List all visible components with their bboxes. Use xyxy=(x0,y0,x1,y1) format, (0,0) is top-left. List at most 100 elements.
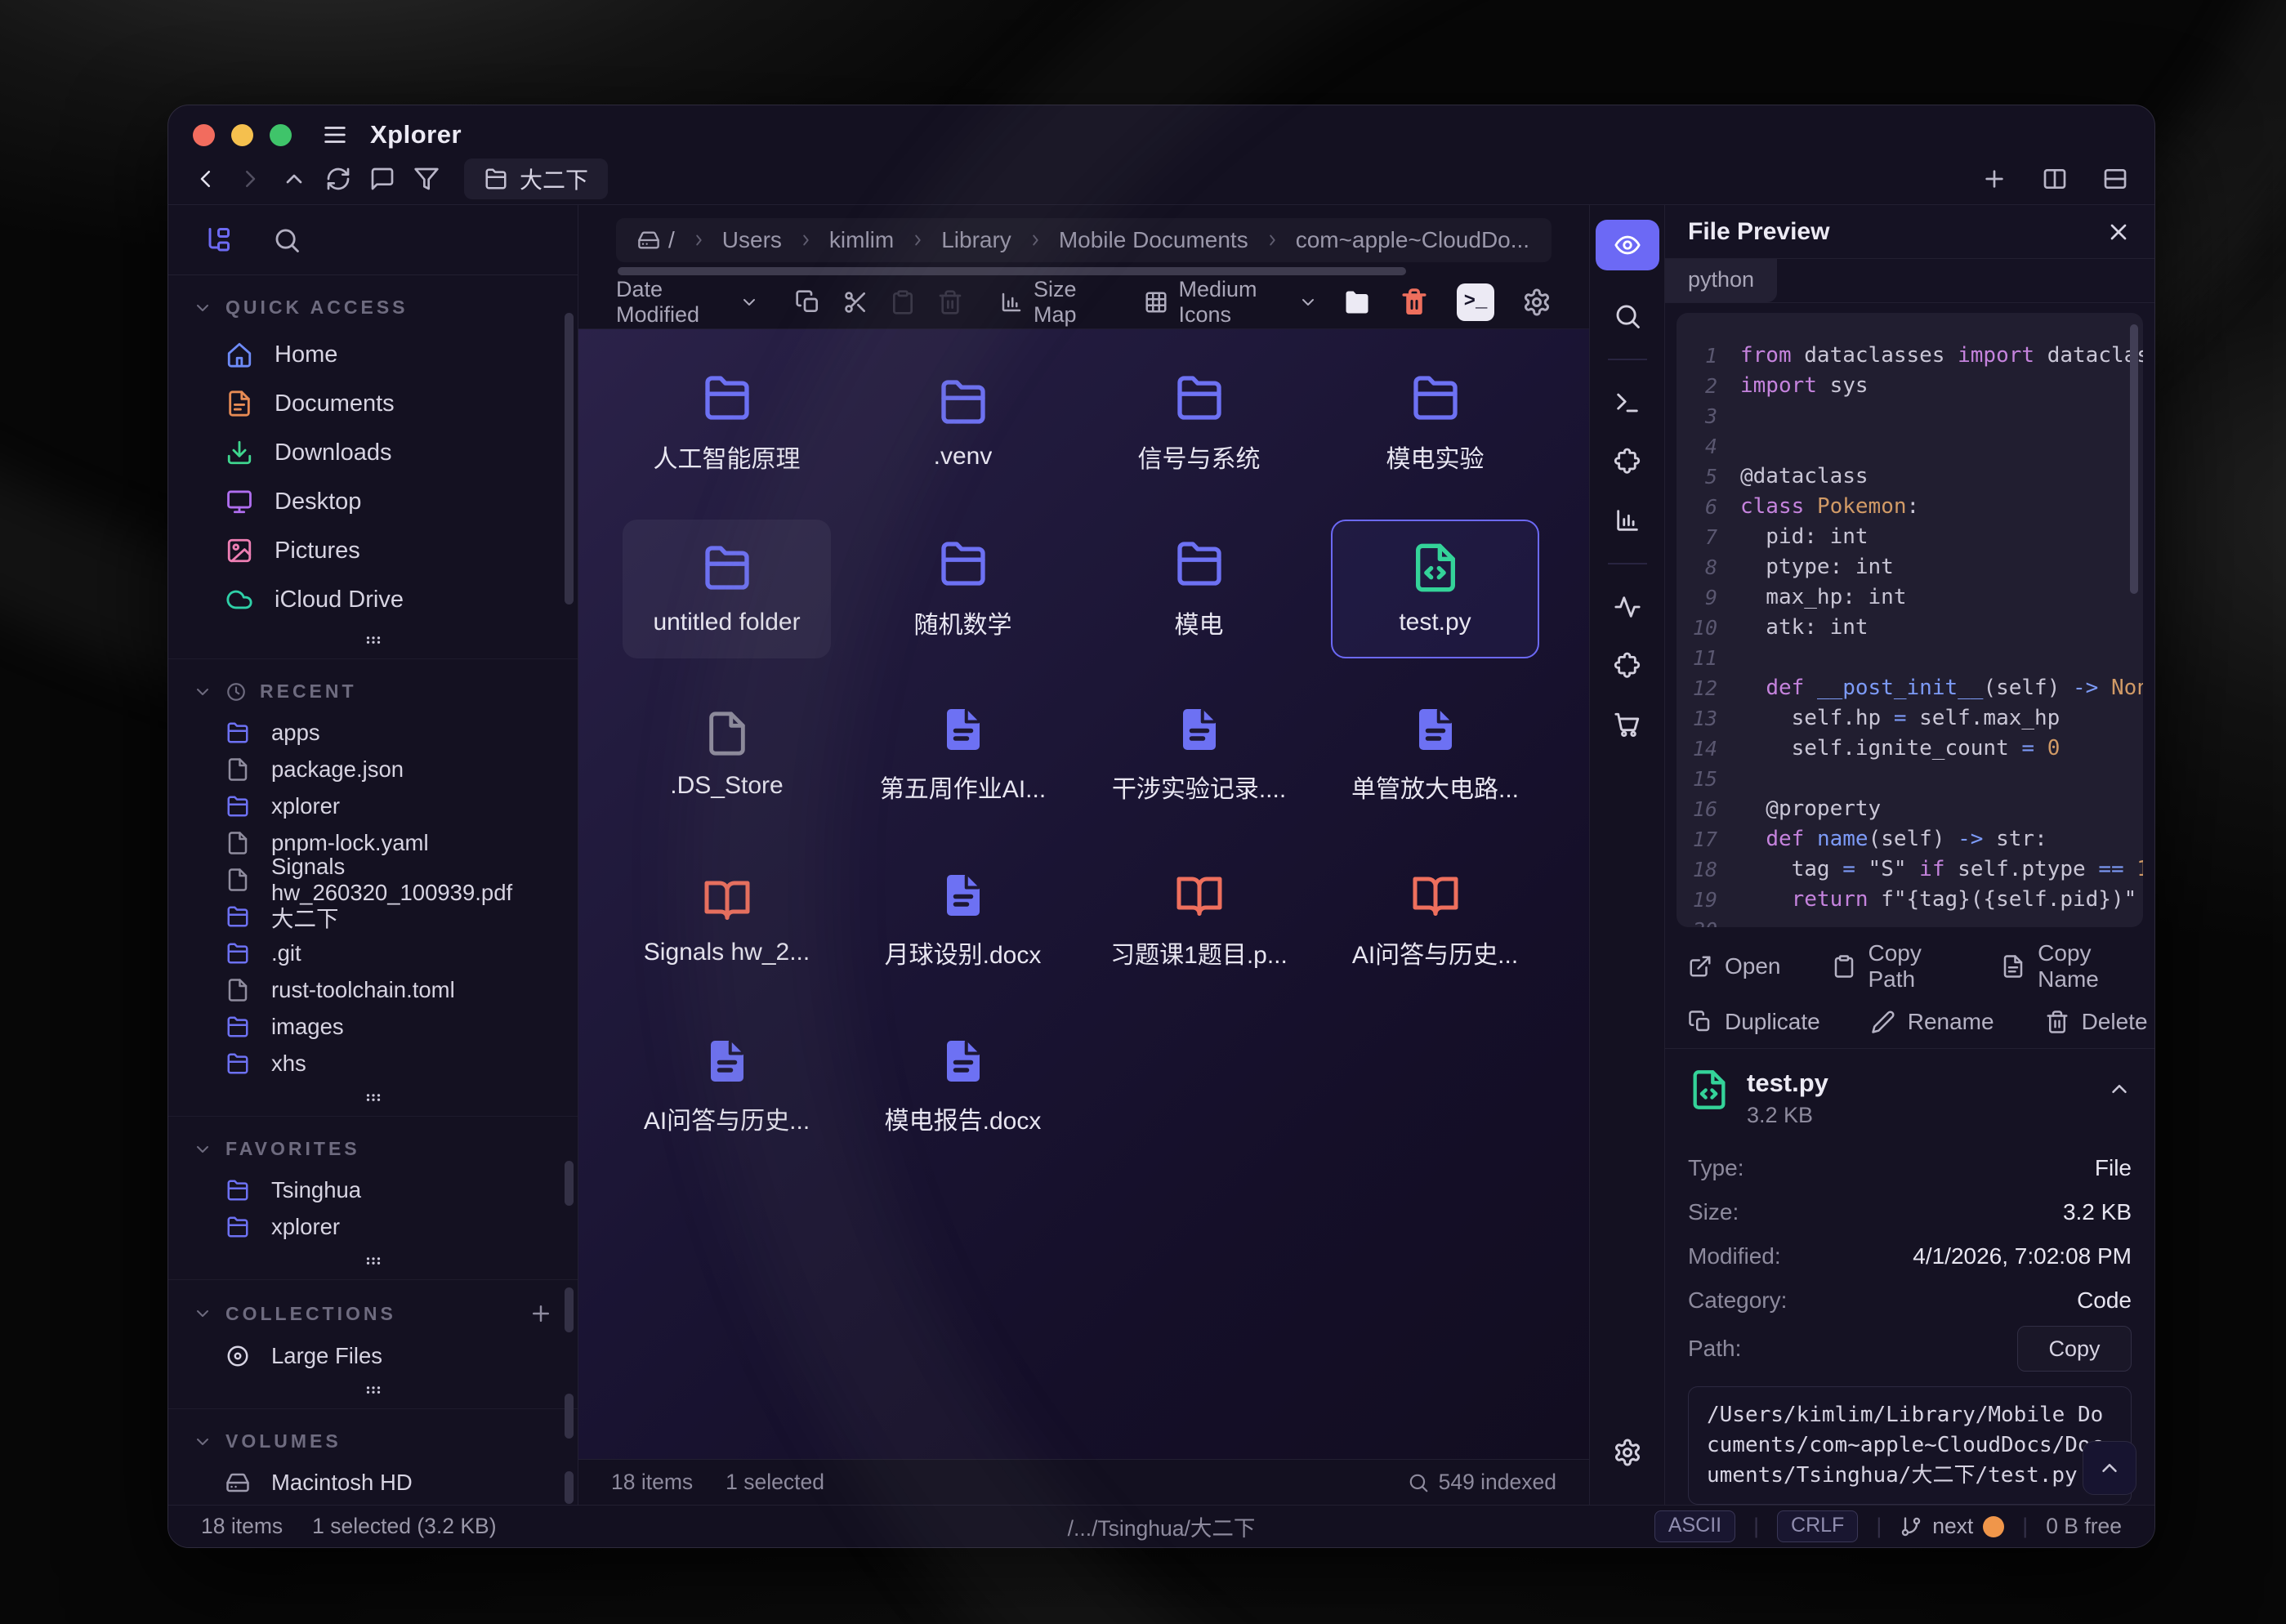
trash-button[interactable] xyxy=(1400,288,1429,317)
file-tile[interactable]: untitled folder xyxy=(623,520,831,658)
sidebar-search-icon[interactable] xyxy=(273,226,301,254)
eol-badge[interactable]: CRLF xyxy=(1777,1510,1858,1542)
file-tile[interactable]: 模电 xyxy=(1095,520,1303,658)
file-tile[interactable]: 模电实验 xyxy=(1331,354,1539,493)
sidebar-scrollbar[interactable] xyxy=(565,1161,574,1206)
rail-puzzle-icon[interactable] xyxy=(1603,432,1652,491)
file-tile[interactable]: 随机数学 xyxy=(859,520,1067,658)
delete-button[interactable]: Delete xyxy=(2045,1009,2148,1035)
sidebar-item-xplorer[interactable]: xplorer xyxy=(168,787,578,824)
rail-cart-icon[interactable] xyxy=(1603,695,1652,754)
file-path[interactable]: /Users/kimlim/Library/Mobile Documents/c… xyxy=(1688,1386,2132,1505)
rail-eye-icon[interactable] xyxy=(1596,220,1659,270)
sidebar-item-home[interactable]: Home xyxy=(168,330,578,379)
section-header-favorites[interactable]: FAVORITES xyxy=(168,1122,578,1171)
forward-button[interactable] xyxy=(232,161,268,197)
sidebar-item-images[interactable]: images xyxy=(168,1008,578,1045)
filter-button[interactable] xyxy=(409,161,444,197)
split-horizontal-icon[interactable] xyxy=(2097,161,2133,197)
section-header-volumes[interactable]: VOLUMES xyxy=(168,1414,578,1464)
code-scrollbar[interactable] xyxy=(2130,324,2138,594)
cut-icon[interactable] xyxy=(842,289,868,315)
file-tile[interactable]: 信号与系统 xyxy=(1095,354,1303,493)
split-vertical-icon[interactable] xyxy=(2037,161,2073,197)
menu-icon[interactable] xyxy=(321,121,349,149)
back-button[interactable] xyxy=(188,161,224,197)
breadcrumb-scrollbar[interactable] xyxy=(618,267,1406,275)
breadcrumb-item[interactable]: Library xyxy=(941,227,1011,253)
sidebar-item-large-files[interactable]: Large Files xyxy=(168,1337,578,1374)
section-header-quick-access[interactable]: QUICK ACCESS xyxy=(168,280,578,330)
view-mode-dropdown[interactable]: Medium Icons xyxy=(1144,277,1318,328)
up-button[interactable] xyxy=(276,161,312,197)
zoom-traffic-light[interactable] xyxy=(270,124,292,146)
section-resize-handle[interactable] xyxy=(168,1245,578,1278)
duplicate-button[interactable]: Duplicate xyxy=(1688,1009,1820,1035)
rail-gear-icon[interactable] xyxy=(1603,1423,1652,1482)
code-preview[interactable]: 1from dataclasses import dataclass2impor… xyxy=(1677,313,2143,927)
sidebar-item-icloud-drive[interactable]: iCloud Drive xyxy=(168,575,578,624)
sidebar-item-documents[interactable]: Documents xyxy=(168,379,578,428)
sidebar-item-downloads[interactable]: Downloads xyxy=(168,428,578,477)
file-tree-toggle-icon[interactable] xyxy=(203,225,232,255)
rail-search-icon[interactable] xyxy=(1603,287,1652,346)
sort-dropdown[interactable]: Date Modified xyxy=(616,277,759,328)
refresh-button[interactable] xyxy=(320,161,356,197)
copy-path-button[interactable]: Copy Path xyxy=(1832,940,1951,993)
sidebar-item-tsinghua[interactable]: Tsinghua xyxy=(168,1171,578,1208)
sidebar-item-pictures[interactable]: Pictures xyxy=(168,526,578,575)
new-folder-button[interactable] xyxy=(1342,288,1372,317)
section-resize-handle[interactable] xyxy=(168,1374,578,1407)
rail-bar-chart-icon[interactable] xyxy=(1603,491,1652,550)
settings-icon[interactable] xyxy=(1522,288,1552,317)
paste-icon[interactable] xyxy=(890,289,916,315)
breadcrumb-item[interactable]: Mobile Documents xyxy=(1059,227,1248,253)
new-tab-button[interactable] xyxy=(1976,161,2012,197)
file-tile[interactable]: .DS_Store xyxy=(623,685,831,824)
sidebar-item-xhs[interactable]: xhs xyxy=(168,1045,578,1082)
file-tile[interactable]: 单管放大电路... xyxy=(1331,685,1539,824)
file-tile[interactable]: 习题课1题目.p... xyxy=(1095,851,1303,990)
feedback-button[interactable] xyxy=(364,161,400,197)
section-header-collections[interactable]: COLLECTIONS xyxy=(168,1285,578,1337)
encoding-badge[interactable]: ASCII xyxy=(1654,1510,1735,1542)
open-button[interactable]: Open xyxy=(1688,940,1781,993)
copy-name-button[interactable]: Copy Name xyxy=(2001,940,2132,993)
file-tile[interactable]: .venv xyxy=(859,354,1067,493)
breadcrumb[interactable]: / Users kimlim Library Mobile Documents com~… xyxy=(616,218,1552,262)
rail-terminal-icon[interactable] xyxy=(1603,373,1652,432)
sidebar-scrollbar[interactable] xyxy=(565,1471,574,1504)
copy-path-button[interactable]: Copy xyxy=(2017,1326,2132,1372)
sidebar-scrollbar[interactable] xyxy=(565,1394,574,1439)
rail-puzzle-icon[interactable] xyxy=(1603,636,1652,695)
file-tile[interactable]: 人工智能原理 xyxy=(623,354,831,493)
rail-pulse-icon[interactable] xyxy=(1603,578,1652,636)
file-tile[interactable]: test.py xyxy=(1331,520,1539,658)
breadcrumb-item[interactable]: com~apple~CloudDo... xyxy=(1296,227,1529,253)
file-tile[interactable]: Signals hw_2... xyxy=(623,851,831,990)
file-tile[interactable]: 干涉实验记录.... xyxy=(1095,685,1303,824)
breadcrumb-root[interactable]: / xyxy=(668,227,675,253)
section-resize-handle[interactable] xyxy=(168,624,578,657)
breadcrumb-item[interactable]: kimlim xyxy=(829,227,894,253)
file-tile[interactable]: 月球设别.docx xyxy=(859,851,1067,990)
rename-button[interactable]: Rename xyxy=(1871,1009,1994,1035)
collapse-info-button[interactable] xyxy=(2107,1069,2132,1101)
section-resize-handle[interactable] xyxy=(168,1082,578,1114)
file-grid-area[interactable]: 人工智能原理.venv信号与系统模电实验untitled folder随机数学模… xyxy=(578,329,1589,1459)
minimize-traffic-light[interactable] xyxy=(231,124,253,146)
copy-icon[interactable] xyxy=(795,289,821,315)
tab-current-folder[interactable]: 大二下 xyxy=(464,158,608,199)
git-branch-indicator[interactable]: next xyxy=(1900,1514,2004,1539)
terminal-button[interactable]: >_ xyxy=(1457,283,1494,321)
scroll-top-button[interactable] xyxy=(2083,1441,2136,1495)
sidebar-item--git[interactable]: .git xyxy=(168,935,578,971)
sidebar-item-desktop[interactable]: Desktop xyxy=(168,477,578,526)
sidebar-item-signals-hw-260320-100939-pdf[interactable]: Signals hw_260320_100939.pdf xyxy=(168,861,578,898)
sidebar-scrollbar[interactable] xyxy=(565,313,574,605)
file-tile[interactable]: 模电报告.docx xyxy=(859,1017,1067,1156)
breadcrumb-item[interactable]: Users xyxy=(722,227,782,253)
size-map-button[interactable]: Size Map xyxy=(999,277,1108,328)
delete-icon[interactable] xyxy=(937,289,963,315)
sidebar-item-macintosh-hd[interactable]: Macintosh HD xyxy=(168,1464,578,1501)
